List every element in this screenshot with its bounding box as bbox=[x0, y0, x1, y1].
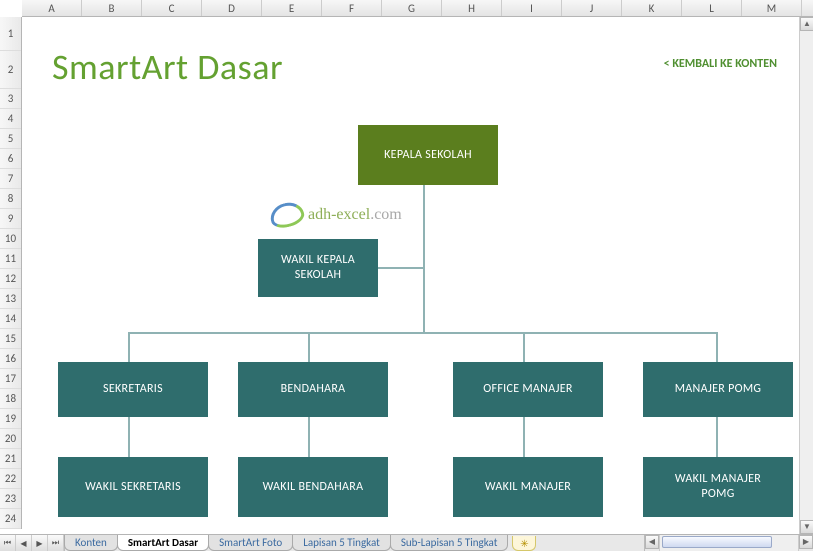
row-header[interactable]: 8 bbox=[0, 189, 21, 209]
row-header[interactable]: 5 bbox=[0, 129, 21, 149]
org-node-wakil-bendahara[interactable]: WAKIL BENDAHARA bbox=[238, 457, 388, 517]
row-header[interactable]: 24 bbox=[0, 509, 21, 529]
connector bbox=[128, 332, 130, 362]
connector bbox=[423, 185, 425, 332]
org-node-label: WAKIL MANAJERPOMG bbox=[675, 472, 761, 502]
column-header[interactable]: C bbox=[142, 0, 202, 16]
tab-lapisan-5-tingkat[interactable]: Lapisan 5 Tingkat bbox=[292, 535, 391, 551]
tab-sub-lapisan-5-tingkat[interactable]: Sub-Lapisan 5 Tingkat bbox=[390, 535, 509, 551]
tab-smartart-dasar[interactable]: SmartArt Dasar bbox=[117, 535, 209, 551]
hscroll-track[interactable] bbox=[659, 535, 799, 551]
row-header[interactable]: 13 bbox=[0, 289, 21, 309]
org-node-label: MANAJER POMG bbox=[675, 382, 762, 397]
org-node-wakil-manajer-pomg[interactable]: WAKIL MANAJERPOMG bbox=[643, 457, 793, 517]
row-header[interactable]: 12 bbox=[0, 269, 21, 289]
row-header[interactable]: 20 bbox=[0, 429, 21, 449]
column-header[interactable]: D bbox=[202, 0, 262, 16]
tab-konten[interactable]: Konten bbox=[64, 535, 118, 551]
column-header[interactable]: L bbox=[682, 0, 742, 16]
connector bbox=[308, 417, 310, 457]
column-header[interactable]: B bbox=[82, 0, 142, 16]
scroll-down-button[interactable]: ▼ bbox=[800, 520, 813, 534]
row-header[interactable]: 18 bbox=[0, 389, 21, 409]
scroll-left-button[interactable]: ◀ bbox=[645, 535, 659, 549]
org-node-manajer-pomg[interactable]: MANAJER POMG bbox=[643, 362, 793, 417]
tab-nav-first-button[interactable]: ⏮ bbox=[0, 535, 16, 551]
org-node-label: WAKIL BENDAHARA bbox=[263, 480, 364, 495]
row-header[interactable]: 23 bbox=[0, 489, 21, 509]
column-header[interactable]: M bbox=[742, 0, 802, 16]
row-header[interactable]: 9 bbox=[0, 209, 21, 229]
row-header[interactable]: 4 bbox=[0, 109, 21, 129]
column-header[interactable]: K bbox=[622, 0, 682, 16]
column-header[interactable]: A bbox=[22, 0, 82, 16]
org-node-sekretaris[interactable]: SEKRETARIS bbox=[58, 362, 208, 417]
org-node-label: OFFICE MANAJER bbox=[483, 382, 572, 397]
column-header[interactable]: H bbox=[442, 0, 502, 16]
worksheet-area[interactable]: SmartArt Dasar < KEMBALI KE KONTEN adh-e… bbox=[22, 17, 799, 534]
column-header-row: A B C D E F G H I J K L M bbox=[22, 0, 813, 17]
row-header[interactable]: 2 bbox=[0, 51, 21, 89]
new-sheet-button[interactable]: ✳ bbox=[512, 536, 536, 551]
column-header[interactable]: F bbox=[322, 0, 382, 16]
connector bbox=[523, 332, 525, 362]
row-header[interactable]: 1 bbox=[0, 17, 21, 51]
row-header[interactable]: 14 bbox=[0, 309, 21, 329]
column-header[interactable]: E bbox=[262, 0, 322, 16]
connector bbox=[308, 332, 310, 362]
row-header[interactable]: 3 bbox=[0, 89, 21, 109]
sheet-tabs: Konten SmartArt Dasar SmartArt Foto Lapi… bbox=[65, 535, 536, 551]
scroll-up-button[interactable]: ▲ bbox=[800, 17, 813, 31]
row-header[interactable]: 16 bbox=[0, 349, 21, 369]
org-node-bendahara[interactable]: BENDAHARA bbox=[238, 362, 388, 417]
back-to-contents-link[interactable]: < KEMBALI KE KONTEN bbox=[664, 57, 777, 71]
org-node-office-manajer[interactable]: OFFICE MANAJER bbox=[453, 362, 603, 417]
org-node-wakil-sekretaris[interactable]: WAKIL SEKRETARIS bbox=[58, 457, 208, 517]
row-header[interactable]: 7 bbox=[0, 169, 21, 189]
tab-nav-prev-button[interactable]: ◀ bbox=[16, 535, 32, 551]
connector bbox=[716, 332, 718, 362]
row-header[interactable]: 10 bbox=[0, 229, 21, 249]
connector bbox=[375, 267, 423, 269]
org-node-wakil-kepala-sekolah[interactable]: WAKIL KEPALASEKOLAH bbox=[258, 239, 378, 297]
sheet-tab-bar: ⏮ ◀ ▶ ⏭ Konten SmartArt Dasar SmartArt F… bbox=[0, 534, 813, 551]
column-header[interactable]: G bbox=[382, 0, 442, 16]
row-header[interactable]: 15 bbox=[0, 329, 21, 349]
org-node-label: WAKIL KEPALASEKOLAH bbox=[281, 253, 355, 283]
connector bbox=[523, 417, 525, 457]
row-header[interactable]: 22 bbox=[0, 469, 21, 489]
org-chart[interactable]: KEPALA SEKOLAH WAKIL KEPALASEKOLAH SEKRE… bbox=[58, 117, 771, 537]
org-node-label: BENDAHARA bbox=[281, 382, 346, 397]
scroll-right-button[interactable]: ▶ bbox=[799, 535, 813, 549]
hscroll-thumb[interactable] bbox=[662, 536, 772, 548]
row-header-column: 1 2 3 4 5 6 7 8 9 10 11 12 13 14 15 16 1… bbox=[0, 17, 22, 529]
page-title: SmartArt Dasar bbox=[52, 45, 283, 89]
horizontal-scrollbar[interactable]: ◀ ▶ bbox=[644, 535, 813, 551]
org-node-label: SEKRETARIS bbox=[103, 382, 163, 397]
column-header[interactable]: I bbox=[502, 0, 562, 16]
column-header[interactable]: J bbox=[562, 0, 622, 16]
org-node-label: WAKIL MANAJER bbox=[485, 480, 571, 495]
connector bbox=[128, 332, 718, 334]
row-header[interactable]: 17 bbox=[0, 369, 21, 389]
tab-nav-last-button[interactable]: ⏭ bbox=[48, 535, 64, 551]
scroll-track[interactable] bbox=[800, 31, 813, 520]
connector bbox=[716, 417, 718, 457]
tab-nav-buttons: ⏮ ◀ ▶ ⏭ bbox=[0, 535, 65, 551]
org-node-wakil-manajer[interactable]: WAKIL MANAJER bbox=[453, 457, 603, 517]
org-node-kepala-sekolah[interactable]: KEPALA SEKOLAH bbox=[358, 125, 498, 185]
row-header[interactable]: 6 bbox=[0, 149, 21, 169]
connector bbox=[128, 417, 130, 457]
tab-nav-next-button[interactable]: ▶ bbox=[32, 535, 48, 551]
row-header[interactable]: 19 bbox=[0, 409, 21, 429]
org-node-label: KEPALA SEKOLAH bbox=[384, 148, 472, 163]
vertical-scrollbar[interactable]: ▲ ▼ bbox=[799, 17, 813, 534]
org-node-label: WAKIL SEKRETARIS bbox=[85, 480, 181, 495]
row-header[interactable]: 21 bbox=[0, 449, 21, 469]
tab-smartart-foto[interactable]: SmartArt Foto bbox=[208, 535, 293, 551]
row-header[interactable]: 11 bbox=[0, 249, 21, 269]
